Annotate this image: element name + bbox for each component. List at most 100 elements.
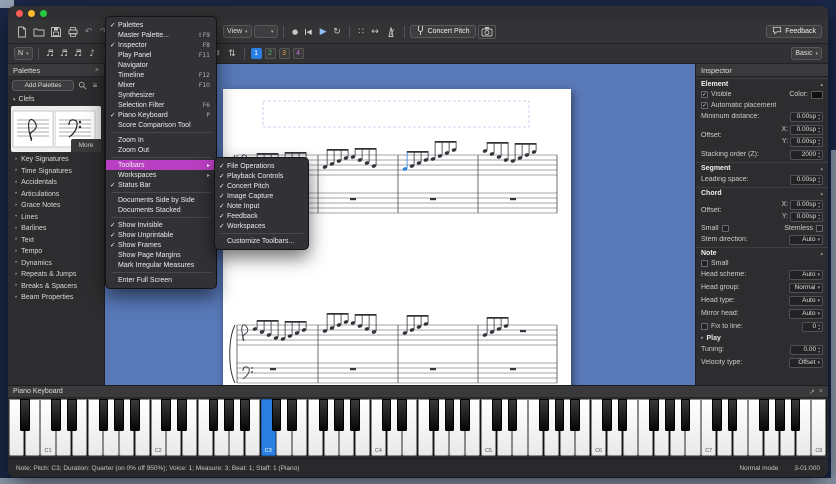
palette-item-beam-properties[interactable]: •Beam Properties	[8, 292, 104, 304]
menu-item-note-input[interactable]: ✓Note Input	[215, 201, 308, 211]
flip-direction-icon[interactable]: ⇅	[226, 47, 239, 61]
stepper-down-icon[interactable]: ▾	[818, 180, 820, 183]
eighth-note-icon[interactable]: ♪	[86, 47, 99, 61]
open-file-icon[interactable]	[31, 24, 46, 39]
play-repeats-icon[interactable]: ∷	[355, 25, 368, 39]
menu-item-zoom-in[interactable]: Zoom In	[106, 135, 216, 145]
stepper-down-icon[interactable]: ▾	[818, 130, 820, 133]
stepper-icon[interactable]: ▴▾	[818, 213, 820, 220]
spin-field[interactable]: 0.00sp▴▾	[790, 125, 823, 135]
palette-item-dynamics[interactable]: •Dynamics	[8, 258, 104, 270]
piano-key-Fs3[interactable]	[319, 399, 329, 431]
menu-item-show-invisible[interactable]: ✓Show Invisible	[106, 220, 216, 230]
inspector-section-chord[interactable]: Chord▴	[696, 187, 828, 198]
piano-key-As2[interactable]	[240, 399, 250, 431]
palette-item-time-signatures[interactable]: •Time Signatures	[8, 166, 104, 178]
pan-score-icon[interactable]: ↔	[369, 25, 382, 39]
inspector-section-element[interactable]: Element▴	[696, 78, 828, 89]
inspector-section-segment[interactable]: Segment▴	[696, 162, 828, 173]
menu-item-workspaces[interactable]: ✓Workspaces	[215, 221, 308, 231]
piano-key-Cs7[interactable]	[712, 399, 722, 431]
piano-key-Ds2[interactable]	[177, 399, 187, 431]
menu-item-feedback[interactable]: ✓Feedback	[215, 211, 308, 221]
piano-key-Fs7[interactable]	[759, 399, 769, 431]
palette-item-breaks-spacers[interactable]: •Breaks & Spacers	[8, 281, 104, 293]
close-icon[interactable]: ×	[819, 388, 823, 396]
palette-item-key-signatures[interactable]: •Key Signatures	[8, 154, 104, 166]
piano-key-Cs4[interactable]	[382, 399, 392, 431]
piano-key-Fs4[interactable]	[429, 399, 439, 431]
palette-menu-icon[interactable]: ≡	[90, 81, 100, 91]
spin-field[interactable]: 0.00▴▾	[790, 345, 823, 355]
menu-item-file-operations[interactable]: ✓File Operations	[215, 161, 308, 171]
palette-item-repeats-jumps[interactable]: •Repeats & Jumps	[8, 269, 104, 281]
menu-item-zoom-out[interactable]: Zoom Out	[106, 145, 216, 155]
menu-item-show-page-margins[interactable]: Show Page Margins	[106, 250, 216, 260]
checkbox[interactable]	[816, 225, 823, 232]
menu-item-documents-stacked[interactable]: Documents Stacked	[106, 205, 216, 215]
stepper-down-icon[interactable]: ▾	[818, 205, 820, 208]
sixteenth-note-icon[interactable]: ♬	[72, 47, 85, 61]
menu-item-toolbars[interactable]: Toolbars▸	[106, 160, 216, 170]
piano-key-As6[interactable]	[681, 399, 691, 431]
piano-keys[interactable]: C1C2C3C4C5C6C7C8	[9, 399, 827, 456]
palette-item-accidentals[interactable]: •Accidentals	[8, 177, 104, 189]
menu-item-mark-irregular-measures[interactable]: Mark Irregular Measures	[106, 260, 216, 270]
feedback-button[interactable]: Feedback	[766, 25, 822, 38]
palette-group-clefs[interactable]: ▾ Clefs	[8, 94, 104, 105]
menu-item-synthesizer[interactable]: Synthesizer	[106, 90, 216, 100]
collapse-icon[interactable]: ▴	[820, 166, 823, 172]
dropdown-field[interactable]: Auto▾	[789, 296, 823, 306]
play-icon[interactable]: ▶	[317, 25, 330, 39]
spin-field[interactable]: 2000▴▾	[790, 150, 823, 160]
piano-key-Cs2[interactable]	[161, 399, 171, 431]
view-mode-select[interactable]: View ▾	[223, 25, 252, 38]
piano-key-Gs5[interactable]	[555, 399, 565, 431]
loop-playback-icon[interactable]: ↻	[331, 25, 344, 39]
spin-field[interactable]: 0▴▾	[802, 322, 823, 332]
piano-key-Gs3[interactable]	[334, 399, 344, 431]
stepper-icon[interactable]: ▴▾	[818, 126, 820, 133]
palette-item-tempo[interactable]: •Tempo	[8, 246, 104, 258]
close-icon[interactable]: ×	[95, 67, 99, 74]
menu-item-play-panel[interactable]: Play PanelF11	[106, 50, 216, 60]
checkbox[interactable]: ✓	[701, 91, 708, 98]
menu-item-score-comparison-tool[interactable]: Score Comparison Tool	[106, 120, 216, 130]
spin-field[interactable]: 0.00sp▴▾	[790, 175, 823, 185]
undock-icon[interactable]: ↗	[809, 388, 815, 396]
piano-key-Fs2[interactable]	[209, 399, 219, 431]
stepper-down-icon[interactable]: ▾	[818, 217, 820, 220]
palette-item-lines[interactable]: •Lines	[8, 212, 104, 224]
voice-1-button[interactable]: 1	[251, 48, 262, 59]
stepper-icon[interactable]: ▴▾	[818, 138, 820, 145]
piano-key-As1[interactable]	[130, 399, 140, 431]
print-icon[interactable]	[65, 24, 80, 39]
minimize-window-button[interactable]	[28, 10, 35, 17]
note-input-mode-button[interactable]: N ▾	[14, 47, 33, 60]
piano-key-As0[interactable]	[20, 399, 30, 431]
stepper-icon[interactable]: ▴▾	[818, 113, 820, 120]
stepper-down-icon[interactable]: ▾	[818, 327, 820, 330]
menu-item-show-unprintable[interactable]: ✓Show Unprintable	[106, 230, 216, 240]
piano-key-As7[interactable]	[791, 399, 801, 431]
inspector-section-note[interactable]: Note▴	[696, 247, 828, 258]
piano-key-Gs2[interactable]	[224, 399, 234, 431]
midi-input-icon[interactable]: ●	[289, 25, 302, 39]
checkbox[interactable]	[722, 225, 729, 232]
menu-item-inspector[interactable]: ✓InspectorF8	[106, 40, 216, 50]
voice-2-button[interactable]: 2	[265, 48, 276, 59]
image-capture-icon[interactable]	[478, 25, 496, 39]
menu-item-status-bar[interactable]: ✓Status Bar	[106, 180, 216, 190]
palette-item-articulations[interactable]: •Articulations	[8, 189, 104, 201]
menu-item-palettes[interactable]: ✓Palettes	[106, 20, 216, 30]
menu-item-image-capture[interactable]: ✓Image Capture	[215, 191, 308, 201]
inspector-subsection-play[interactable]: ▸Play	[696, 333, 828, 343]
palette-item-text[interactable]: •Text	[8, 235, 104, 247]
spin-field[interactable]: 0.00sp▴▾	[790, 212, 823, 222]
piano-key-Fs5[interactable]	[539, 399, 549, 431]
piano-key-Gs1[interactable]	[114, 399, 124, 431]
zoom-select[interactable]: ▾	[254, 25, 278, 38]
stepper-icon[interactable]: ▴▾	[818, 176, 820, 183]
piano-key-Ds5[interactable]	[508, 399, 518, 431]
stepper-icon[interactable]: ▴▾	[818, 346, 820, 353]
